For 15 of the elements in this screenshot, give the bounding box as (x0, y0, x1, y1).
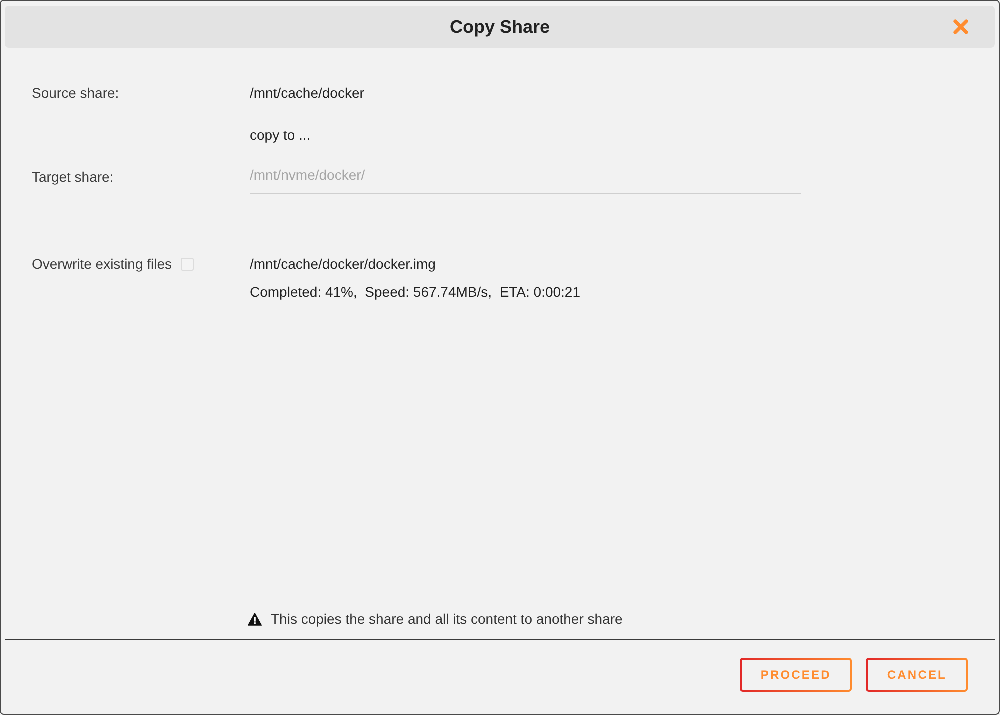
dialog-title: Copy Share (450, 16, 550, 38)
dialog-button[interactable]: CANCEL (866, 658, 968, 692)
dialog-button[interactable]: PROCEED (740, 658, 852, 692)
warning-text: This copies the share and all its content to another share (271, 611, 623, 627)
field-value: /mnt/cache/docker (250, 84, 364, 103)
status-text: Completed: 41%, Speed: 567.74MB/s, ETA: 0:00:21 (250, 283, 580, 302)
warning-icon (248, 612, 262, 626)
status-text: /mnt/cache/docker/docker.img (250, 255, 436, 274)
note-text: copy to ... (250, 126, 311, 145)
field-label: Source share: (32, 84, 120, 103)
close-icon[interactable] (953, 19, 969, 35)
checkbox-label: Overwrite existing files (32, 255, 172, 274)
field-label: Target share: (32, 168, 114, 187)
target-share-field[interactable]: /mnt/nvme/docker/ (250, 156, 801, 194)
checkbox[interactable] (181, 258, 194, 270)
